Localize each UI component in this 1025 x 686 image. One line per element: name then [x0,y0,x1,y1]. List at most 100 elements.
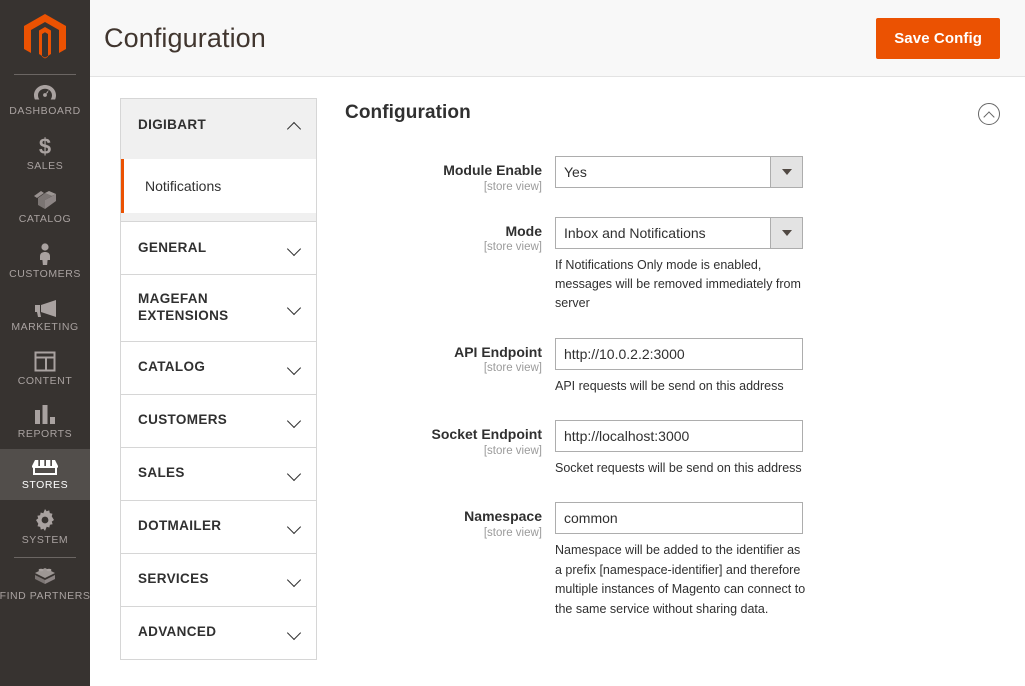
sidebar-item-find-partners[interactable]: FIND PARTNERS [0,558,90,611]
sidebar-label: DASHBOARD [9,105,81,117]
chevron-down-icon [288,244,302,253]
field-scope: [store view] [483,362,542,375]
field-row-api-endpoint: API Endpoint [store view] API requests w… [345,337,1000,396]
field-label-module-enable: Module Enable [store view] [345,156,555,193]
chevron-down-icon[interactable] [770,217,802,248]
config-group-header-sales[interactable]: SALES [121,448,316,500]
sidebar-label: STORES [21,479,69,491]
config-group-header-digibart[interactable]: DIGIBART [121,99,316,151]
config-group-header-general[interactable]: GENERAL [121,222,316,274]
field-row-mode: Mode [store view] Inbox and Notification… [345,216,1000,314]
field-row-socket-endpoint: Socket Endpoint [store view] Socket requ… [345,420,1000,478]
config-group-header-services[interactable]: SERVICES [121,554,316,606]
config-group-label: DOTMAILER [138,518,222,534]
sidebar-label: CONTENT [17,375,73,387]
socket-endpoint-input[interactable] [555,420,803,452]
sidebar-item-dashboard[interactable]: DASHBOARD [0,75,90,126]
svg-text:$: $ [39,135,51,157]
gear-icon [34,509,56,531]
magento-logo[interactable] [0,0,90,74]
select-value: Yes [564,164,587,180]
api-endpoint-input[interactable] [555,337,803,370]
module-enable-select[interactable]: Yes [555,156,803,188]
field-hint-mode: If Notifications Only mode is enabled, m… [555,257,801,311]
config-group-header-customers[interactable]: CUSTOMERS [121,395,316,447]
config-subitem-notifications[interactable]: Notifications [121,159,316,213]
magento-logo-icon [24,14,66,59]
config-group-label: DIGIBART [138,116,207,132]
field-name: Socket Endpoint [431,426,542,442]
config-group-header-magefan-extensions[interactable]: MAGEFAN EXTENSIONS [121,275,316,341]
sidebar-item-customers[interactable]: CUSTOMERS [0,234,90,289]
admin-page: DASHBOARD $ SALES CATALOG CUSTOMERS MARK… [0,0,1025,686]
config-group-general: GENERAL [121,221,316,274]
field-name: Namespace [464,508,542,525]
chevron-down-icon[interactable] [770,157,802,187]
sidebar-item-marketing[interactable]: MARKETING [0,289,90,342]
field-name: API Endpoint [454,343,542,360]
field-scope: [store view] [483,444,542,457]
puzzle-brick-icon [33,567,57,587]
namespace-input[interactable] [555,502,803,535]
config-group-header-advanced[interactable]: ADVANCED [121,607,316,659]
config-group-dotmailer: DOTMAILER [121,499,316,553]
mode-select[interactable]: Inbox and Notifications [555,216,803,249]
configuration-body: DIGIBART Notifications GENERAL MAGEFAN E… [90,77,1025,660]
page-title: Configuration [104,22,266,53]
field-control-namespace: Namespace will be added to the identifie… [555,502,807,619]
field-scope: [store view] [483,180,542,193]
page-header: Configuration Save Config [90,0,1025,77]
select-value: Inbox and Notifications [564,224,706,241]
chevron-down-icon [288,303,302,312]
field-label-namespace: Namespace [store view] [345,502,555,539]
sidebar-item-catalog[interactable]: CATALOG [0,181,90,234]
layout-window-icon [34,351,56,372]
config-group-header-dotmailer[interactable]: DOTMAILER [121,501,316,553]
sidebar-item-content[interactable]: CONTENT [0,342,90,396]
admin-sidebar: DASHBOARD $ SALES CATALOG CUSTOMERS MARK… [0,0,90,686]
sidebar-item-reports[interactable]: REPORTS [0,396,90,449]
config-group-label: MAGEFAN EXTENSIONS [138,291,229,323]
sidebar-item-system[interactable]: SYSTEM [0,500,90,555]
config-group-services: SERVICES [121,552,316,606]
field-control-mode: Inbox and Notifications If Notifications… [555,216,803,314]
subitems-top-spacer [121,151,316,159]
subitems-bottom-spacer [121,213,316,221]
field-control-socket-endpoint: Socket requests will be send on this add… [555,420,803,478]
dollar-sign-icon: $ [34,134,56,159]
field-label-api-endpoint: API Endpoint [store view] [345,338,555,375]
sidebar-label: CATALOG [18,213,72,225]
chevron-down-icon [288,416,302,425]
field-control-module-enable: Yes [555,156,803,188]
dashboard-gauge-icon [33,84,57,102]
chevron-down-icon [288,522,302,531]
sidebar-label: REPORTS [17,428,73,440]
megaphone-icon [32,298,58,318]
bar-chart-icon [34,405,56,425]
config-group-header-catalog[interactable]: CATALOG [121,342,316,394]
field-row-namespace: Namespace [store view] Namespace will be… [345,502,1000,619]
chevron-down-icon [288,469,302,478]
sidebar-label: MARKETING [11,321,79,333]
sidebar-item-sales[interactable]: $ SALES [0,126,90,181]
save-config-button[interactable]: Save Config [876,17,1000,59]
config-group-advanced: ADVANCED [121,605,316,659]
config-group-label: CUSTOMERS [138,412,228,428]
field-name: Mode [505,222,542,239]
config-group-customers: CUSTOMERS [121,393,316,447]
sidebar-label: CUSTOMERS [9,268,81,280]
field-hint-socket-endpoint: Socket requests will be send on this add… [555,461,802,475]
chevron-down-icon [288,628,302,637]
sidebar-label: SYSTEM [21,534,69,546]
field-control-api-endpoint: API requests will be send on this addres… [555,337,803,396]
config-group-label: ADVANCED [138,624,217,640]
section-header: Configuration [345,98,1000,125]
config-group-label: GENERAL [138,239,207,255]
config-fields: Module Enable [store view] Yes Mode [sto… [345,125,1000,619]
sidebar-label: SALES [26,160,64,172]
field-label-socket-endpoint: Socket Endpoint [store view] [345,420,555,457]
config-group-magefan-extensions: MAGEFAN EXTENSIONS [121,274,316,341]
sidebar-item-stores[interactable]: STORES [0,449,90,500]
chevron-up-circle-icon[interactable] [978,103,1000,125]
main-content-column: Configuration Save Config DIGIBART Notif… [90,0,1025,686]
